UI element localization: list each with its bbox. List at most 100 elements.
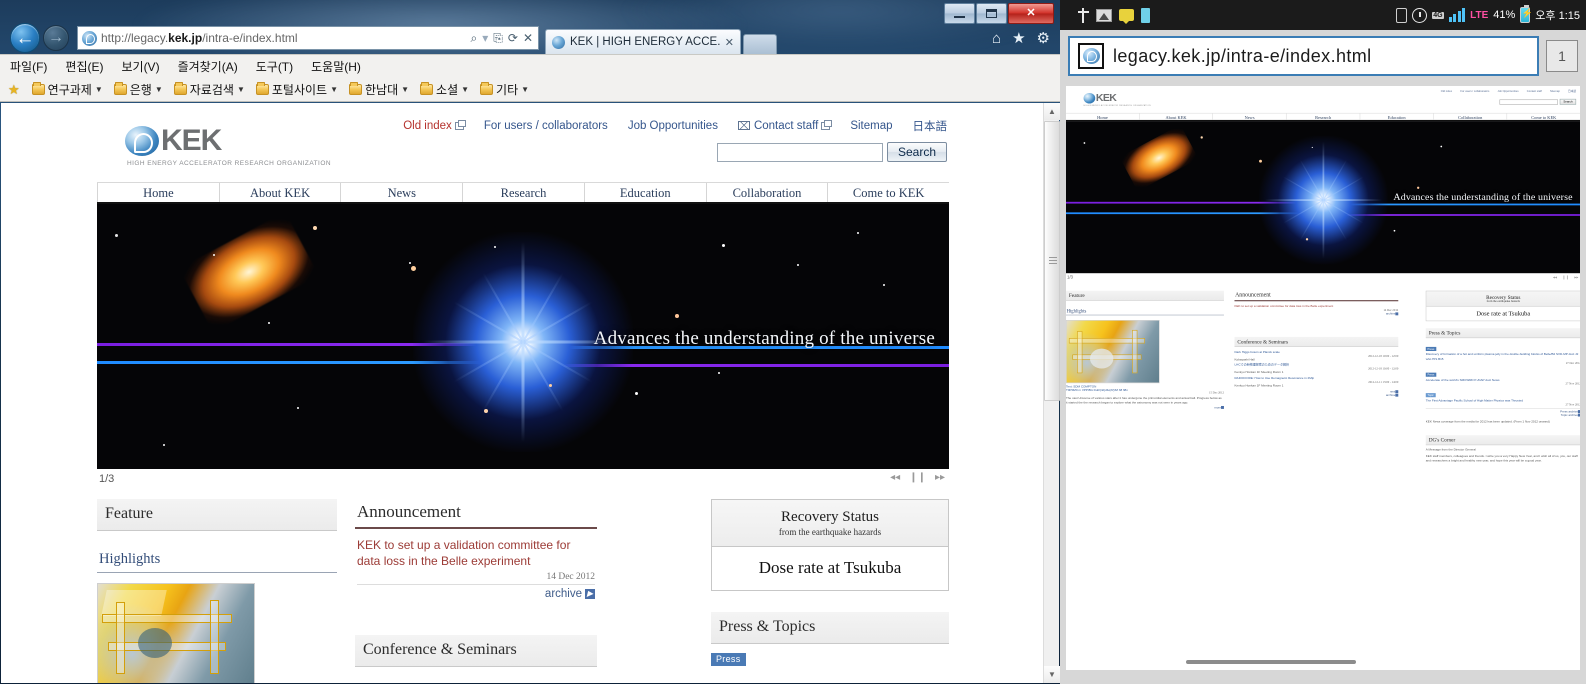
nav-item-about-kek[interactable]: About KEK: [1140, 113, 1214, 120]
carousel-next-icon[interactable]: ▸▸: [935, 472, 945, 483]
conference-item-0[interactable]: Dark Higgs boson at Planck scale 2012-12…: [1234, 350, 1398, 362]
nav-item-home[interactable]: Home: [1066, 113, 1140, 120]
close-button[interactable]: ✕: [1008, 3, 1054, 24]
phone-tab-count-button[interactable]: 1: [1546, 40, 1578, 72]
feature-more-link[interactable]: more: [1066, 406, 1224, 409]
conference-archive-link[interactable]: archive: [1234, 393, 1399, 397]
add-favorite-star-icon[interactable]: ★: [8, 82, 20, 98]
link-japanese[interactable]: 日本語: [913, 118, 948, 134]
search-input[interactable]: [1499, 99, 1559, 105]
nav-item-about-kek[interactable]: About KEK: [220, 183, 342, 202]
search-icon[interactable]: ⌕: [471, 31, 478, 46]
favorites-folder-6[interactable]: 기타 ▼: [477, 81, 532, 98]
press-item-1[interactable]: Press Accelerate of the world's SMCWRD P…: [1425, 368, 1580, 386]
nav-item-education[interactable]: Education: [1360, 113, 1434, 120]
announcement-item-title[interactable]: KEK to set up a validation committee for…: [357, 537, 595, 569]
scrollbar-thumb[interactable]: [1044, 121, 1060, 401]
phone-horizontal-scrollbar[interactable]: [1186, 660, 1356, 664]
conference-item-1[interactable]: LHCでの新物理探索のためのデータ解析 2012-12-18 10:00 - 1…: [1234, 364, 1398, 376]
nav-item-research[interactable]: Research: [463, 183, 585, 202]
link-sitemap[interactable]: Sitemap: [850, 120, 892, 132]
link-job-opportunities[interactable]: Job Opportunities: [1498, 90, 1519, 94]
announcement-archive-link[interactable]: archive: [1234, 312, 1399, 316]
favorites-folder-4[interactable]: 한남대 ▼: [346, 81, 412, 98]
menu-item-edit[interactable]: 편집(E): [65, 58, 103, 75]
nav-item-news[interactable]: News: [341, 183, 464, 202]
refresh-icon[interactable]: ⟳: [508, 31, 518, 45]
carousel-pause-icon[interactable]: ❙❙: [1562, 275, 1569, 280]
search-button[interactable]: Search: [886, 142, 947, 162]
favorites-folder-5[interactable]: 소셜 ▼: [417, 81, 472, 98]
nav-item-come-to-kek[interactable]: Come to KEK: [828, 183, 949, 202]
back-button[interactable]: ←: [10, 23, 40, 53]
phone-hero-carousel[interactable]: Advances the understanding of the univer…: [1066, 121, 1580, 274]
kek-logo[interactable]: KEK HIGH ENERGY ACCELERATOR RESEARCH ORG…: [125, 124, 331, 167]
scroll-up-icon[interactable]: ▲: [1044, 103, 1060, 120]
link-old-index[interactable]: Old index: [1441, 90, 1452, 94]
favorites-folder-2[interactable]: 자료검색 ▼: [171, 81, 248, 98]
highlights-photo[interactable]: [1066, 320, 1160, 384]
close-icon[interactable]: ✕: [725, 36, 734, 49]
recovery-status-button[interactable]: Recovery Status from the earthquake haza…: [1426, 291, 1580, 307]
nav-item-home[interactable]: Home: [97, 183, 220, 202]
link-sitemap[interactable]: Sitemap: [1550, 90, 1560, 94]
highlights-photo[interactable]: [97, 583, 255, 683]
forward-button[interactable]: →: [43, 25, 69, 51]
menu-item-tools[interactable]: 도구(T): [256, 58, 293, 75]
carousel-prev-icon[interactable]: ◂◂: [890, 472, 900, 483]
stop-icon[interactable]: ✕: [523, 31, 533, 45]
press-item-2[interactable]: Topic The First Advantage Pacific School…: [1425, 389, 1580, 407]
search-button[interactable]: Search: [1559, 98, 1577, 105]
hero-carousel[interactable]: Advances the understanding of the univer…: [97, 204, 949, 469]
nav-item-come-to-kek[interactable]: Come to KEK: [1507, 113, 1580, 120]
menu-item-favorites[interactable]: 즐겨찾기(A): [178, 58, 238, 75]
arrow-right-icon: [1395, 312, 1399, 316]
link-contact-staff[interactable]: Contact staff: [1527, 90, 1542, 94]
scroll-down-icon[interactable]: ▼: [1044, 666, 1060, 683]
nav-item-news[interactable]: News: [1213, 113, 1287, 120]
link-old-index[interactable]: Old index: [403, 119, 466, 132]
favorites-folder-1[interactable]: 은행 ▼: [111, 81, 166, 98]
utility-links: Old index For users / collaborators Job …: [403, 118, 947, 134]
dg-item-title[interactable]: A Message from the Director General: [1426, 448, 1580, 453]
home-icon[interactable]: ⌂: [992, 30, 1001, 47]
menu-item-help[interactable]: 도움말(H): [311, 58, 361, 75]
feature-section-title: Feature: [97, 499, 337, 531]
maximize-button[interactable]: [976, 3, 1007, 24]
chevron-down-icon[interactable]: ▾: [482, 31, 488, 45]
topic-archive-link[interactable]: Topic archive: [1426, 414, 1580, 417]
new-tab-button[interactable]: [743, 34, 777, 54]
link-for-users[interactable]: For users / collaborators: [484, 120, 608, 132]
nav-item-collaboration[interactable]: Collaboration: [707, 183, 829, 202]
link-japanese[interactable]: 日本語: [1568, 90, 1576, 94]
favorites-icon[interactable]: ★: [1012, 29, 1025, 47]
phone-kek-logo[interactable]: KEK HIGH ENERGY ACCELERATOR RESEARCH ORG…: [1083, 92, 1151, 106]
nav-item-research[interactable]: Research: [1287, 113, 1361, 120]
menu-item-file[interactable]: 파일(F): [10, 58, 47, 75]
nav-item-education[interactable]: Education: [585, 183, 707, 202]
phone-address-field[interactable]: legacy.kek.jp/intra-e/index.html: [1068, 36, 1539, 76]
search-input[interactable]: [716, 142, 883, 162]
announcement-archive-link[interactable]: archive ▶: [357, 584, 595, 600]
dose-rate-button[interactable]: Dose rate at Tsukuba: [712, 547, 948, 590]
dose-rate-button[interactable]: Dose rate at Tsukuba: [1426, 306, 1580, 321]
carousel-prev-icon[interactable]: ◂◂: [1553, 275, 1557, 280]
vertical-scrollbar[interactable]: ▲ ▼: [1043, 103, 1060, 683]
conference-item-2[interactable]: RADIOCORE: How to Use Remagnetic Resonan…: [1234, 377, 1398, 389]
minimize-button[interactable]: [944, 3, 975, 24]
address-bar[interactable]: http://legacy.kek.jp/intra-e/index.html …: [77, 26, 539, 50]
browser-tab[interactable]: KEK | HIGH ENERGY ACCE... ✕: [545, 29, 741, 54]
tools-gear-icon[interactable]: ⚙: [1037, 29, 1050, 47]
link-for-users[interactable]: For users / collaborators: [1460, 90, 1489, 94]
favorites-folder-0[interactable]: 연구과제 ▼: [29, 81, 106, 98]
link-job-opportunities[interactable]: Job Opportunities: [628, 120, 718, 132]
recovery-status-button[interactable]: Recovery Status from the earthquake haza…: [712, 500, 948, 547]
nav-item-collaboration[interactable]: Collaboration: [1434, 113, 1508, 120]
menu-item-view[interactable]: 보기(V): [121, 58, 159, 75]
carousel-next-icon[interactable]: ▸▸: [1574, 275, 1578, 280]
favorites-folder-3[interactable]: 포털사이트 ▼: [253, 81, 341, 98]
carousel-pause-icon[interactable]: ❙❙: [909, 472, 926, 483]
compatibility-view-icon[interactable]: ⎘: [493, 31, 503, 46]
link-contact-staff[interactable]: Contact staff: [737, 119, 833, 132]
press-item-0[interactable]: Press Discovery of formation of a hot an…: [1425, 342, 1580, 365]
